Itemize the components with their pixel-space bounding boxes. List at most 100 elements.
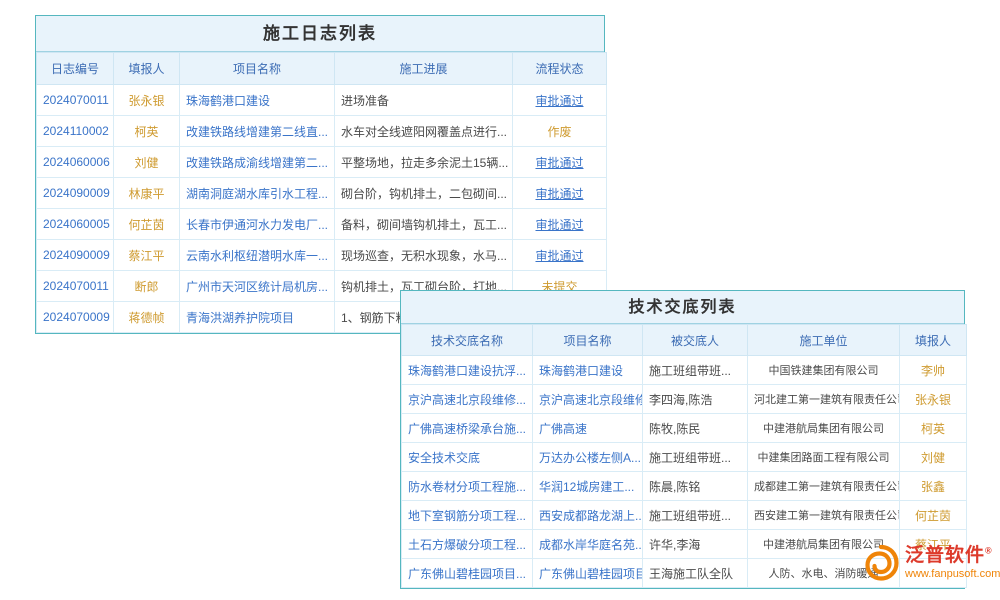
status-cell[interactable]: 审批通过 [513, 240, 607, 271]
col-header-reporter: 填报人 [114, 53, 180, 85]
receiver-cell: 陈牧,陈民 [643, 414, 748, 443]
table-row: 2024090009 林康平 湖南洞庭湖水库引水工程... 砌台阶，钩机排土，二… [37, 178, 607, 209]
status-cell[interactable]: 审批通过 [513, 85, 607, 116]
progress-cell: 砌台阶，钩机排土，二包砌间... [335, 178, 513, 209]
project-cell[interactable]: 京沪高速北京段维修 [533, 385, 643, 414]
receiver-cell: 施工班组带班... [643, 356, 748, 385]
project-cell[interactable]: 广东佛山碧桂园项目 [533, 559, 643, 588]
progress-cell: 备料，砌间墙钩机排土，瓦工... [335, 209, 513, 240]
project-cell[interactable]: 广佛高速 [533, 414, 643, 443]
reporter-cell: 何芷茵 [114, 209, 180, 240]
project-cell[interactable]: 万达办公楼左侧A... [533, 443, 643, 472]
disclosure-name-cell[interactable]: 广佛高速桥梁承台施... [402, 414, 533, 443]
reporter-cell: 柯英 [114, 116, 180, 147]
table-row: 地下室钢筋分项工程... 西安成都路龙湖上... 施工班组带班... 西安建工第… [402, 501, 967, 530]
table-row: 京沪高速北京段维修... 京沪高速北京段维修 李四海,陈浩 河北建工第一建筑有限… [402, 385, 967, 414]
log-id-cell[interactable]: 2024090009 [37, 178, 114, 209]
disclosure-name-cell[interactable]: 防水卷材分项工程施... [402, 472, 533, 501]
table-row: 2024060006 刘健 改建铁路成渝线增建第二... 平整场地，拉走多余泥土… [37, 147, 607, 178]
disclosure-name-cell[interactable]: 安全技术交底 [402, 443, 533, 472]
col-header-unit: 施工单位 [748, 325, 900, 356]
col-header-status: 流程状态 [513, 53, 607, 85]
progress-cell: 水车对全线遮阳网覆盖点进行... [335, 116, 513, 147]
project-cell[interactable]: 华润12城房建工... [533, 472, 643, 501]
project-cell[interactable]: 云南水利枢纽潜明水库一... [180, 240, 335, 271]
col-header-progress: 施工进展 [335, 53, 513, 85]
disclosure-name-cell[interactable]: 京沪高速北京段维修... [402, 385, 533, 414]
status-cell[interactable]: 审批通过 [513, 147, 607, 178]
reporter-cell: 李帅 [900, 356, 967, 385]
reporter-cell: 柯英 [900, 414, 967, 443]
col-header-project: 项目名称 [180, 53, 335, 85]
construction-log-panel: 施工日志列表 日志编号 填报人 项目名称 施工进展 流程状态 202407001… [35, 15, 605, 334]
project-cell[interactable]: 成都水岸华庭名苑... [533, 530, 643, 559]
status-cell[interactable]: 作废 [513, 116, 607, 147]
project-cell[interactable]: 青海洪湖养护院项目 [180, 302, 335, 333]
tech-disclosure-title: 技术交底列表 [401, 291, 964, 324]
table-row: 2024070011 张永银 珠海鹤港口建设 进场准备 审批通过 [37, 85, 607, 116]
unit-cell: 成都建工第一建筑有限责任公司 [748, 472, 900, 501]
log-id-cell[interactable]: 2024110002 [37, 116, 114, 147]
col-header-disclosure-name: 技术交底名称 [402, 325, 533, 356]
col-header-log-id: 日志编号 [37, 53, 114, 85]
disclosure-name-cell[interactable]: 珠海鹤港口建设抗浮... [402, 356, 533, 385]
reporter-cell: 刘健 [114, 147, 180, 178]
reporter-cell: 张永银 [900, 385, 967, 414]
project-cell[interactable]: 珠海鹤港口建设 [180, 85, 335, 116]
reporter-cell: 蒋德帧 [114, 302, 180, 333]
log-id-cell[interactable]: 2024070011 [37, 271, 114, 302]
project-cell[interactable]: 长春市伊通河水力发电厂... [180, 209, 335, 240]
disclosure-name-cell[interactable]: 土石方爆破分项工程... [402, 530, 533, 559]
project-cell[interactable]: 珠海鹤港口建设 [533, 356, 643, 385]
project-cell[interactable]: 广州市天河区统计局机房... [180, 271, 335, 302]
project-cell[interactable]: 湖南洞庭湖水库引水工程... [180, 178, 335, 209]
receiver-cell: 许华,李海 [643, 530, 748, 559]
table-row: 广佛高速桥梁承台施... 广佛高速 陈牧,陈民 中建港航局集团有限公司 柯英 [402, 414, 967, 443]
log-id-cell[interactable]: 2024060006 [37, 147, 114, 178]
reporter-cell: 刘健 [900, 443, 967, 472]
header-row: 日志编号 填报人 项目名称 施工进展 流程状态 [37, 53, 607, 85]
unit-cell: 西安建工第一建筑有限责任公司 [748, 501, 900, 530]
progress-cell: 平整场地，拉走多余泥土15辆... [335, 147, 513, 178]
table-row: 珠海鹤港口建设抗浮... 珠海鹤港口建设 施工班组带班... 中国铁建集团有限公… [402, 356, 967, 385]
log-id-cell[interactable]: 2024070009 [37, 302, 114, 333]
project-cell[interactable]: 改建铁路线增建第二线直... [180, 116, 335, 147]
tech-disclosure-header: 技术交底名称 项目名称 被交底人 施工单位 填报人 [402, 325, 967, 356]
progress-cell: 现场巡查，无积水现象，水马... [335, 240, 513, 271]
table-row: 2024110002 柯英 改建铁路线增建第二线直... 水车对全线遮阳网覆盖点… [37, 116, 607, 147]
disclosure-name-cell[interactable]: 地下室钢筋分项工程... [402, 501, 533, 530]
col-header-reporter: 填报人 [900, 325, 967, 356]
status-cell[interactable]: 审批通过 [513, 209, 607, 240]
receiver-cell: 施工班组带班... [643, 443, 748, 472]
construction-log-title: 施工日志列表 [36, 16, 604, 52]
log-id-cell[interactable]: 2024090009 [37, 240, 114, 271]
table-row: 安全技术交底 万达办公楼左侧A... 施工班组带班... 中建集团路面工程有限公… [402, 443, 967, 472]
fanpu-swirl-icon [860, 543, 900, 583]
registered-mark: ® [985, 545, 993, 555]
receiver-cell: 王海施工队全队 [643, 559, 748, 588]
project-cell[interactable]: 西安成都路龙湖上... [533, 501, 643, 530]
reporter-cell: 断郎 [114, 271, 180, 302]
log-id-cell[interactable]: 2024070011 [37, 85, 114, 116]
fanpu-logo: 泛普软件® www.fanpusoft.com [860, 543, 1000, 583]
reporter-cell: 何芷茵 [900, 501, 967, 530]
project-cell[interactable]: 改建铁路成渝线增建第二... [180, 147, 335, 178]
progress-cell: 进场准备 [335, 85, 513, 116]
unit-cell: 河北建工第一建筑有限责任公司 [748, 385, 900, 414]
status-cell[interactable]: 审批通过 [513, 178, 607, 209]
header-row: 技术交底名称 项目名称 被交底人 施工单位 填报人 [402, 325, 967, 356]
reporter-cell: 张鑫 [900, 472, 967, 501]
logo-name: 泛普软件® [905, 546, 1000, 567]
receiver-cell: 李四海,陈浩 [643, 385, 748, 414]
table-row: 2024060005 何芷茵 长春市伊通河水力发电厂... 备料，砌间墙钩机排土… [37, 209, 607, 240]
receiver-cell: 施工班组带班... [643, 501, 748, 530]
disclosure-name-cell[interactable]: 广东佛山碧桂园项目... [402, 559, 533, 588]
reporter-cell: 林康平 [114, 178, 180, 209]
log-id-cell[interactable]: 2024060005 [37, 209, 114, 240]
unit-cell: 中建港航局集团有限公司 [748, 414, 900, 443]
table-row: 防水卷材分项工程施... 华润12城房建工... 陈晨,陈铭 成都建工第一建筑有… [402, 472, 967, 501]
col-header-receiver: 被交底人 [643, 325, 748, 356]
table-row: 2024090009 蔡江平 云南水利枢纽潜明水库一... 现场巡查，无积水现象… [37, 240, 607, 271]
reporter-cell: 张永银 [114, 85, 180, 116]
unit-cell: 中建集团路面工程有限公司 [748, 443, 900, 472]
